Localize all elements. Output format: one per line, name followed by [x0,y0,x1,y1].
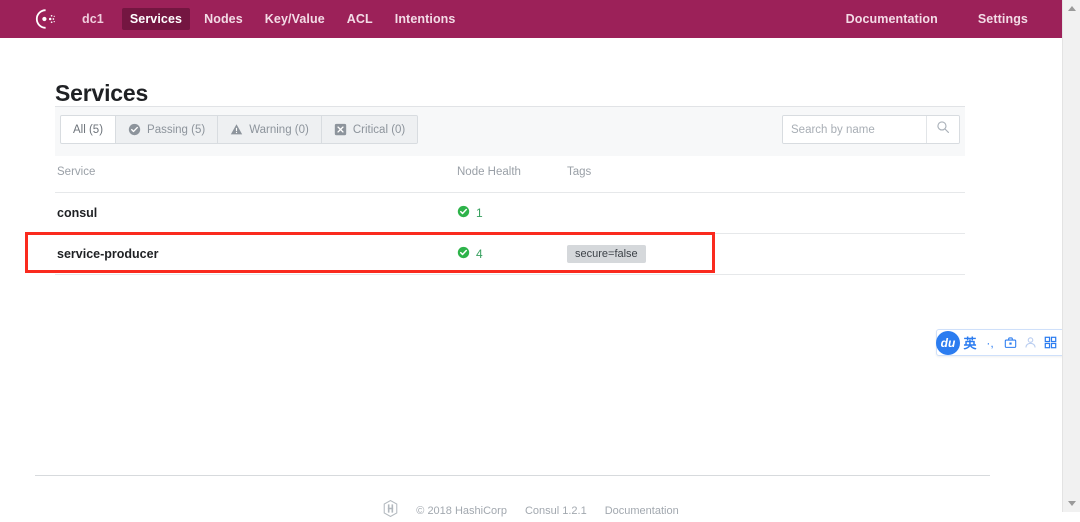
scroll-up-arrow-icon[interactable] [1063,0,1080,17]
page-content: Services All (5) Passing (5) [0,38,1062,512]
footer-divider [35,475,990,476]
nav-item-nodes[interactable]: Nodes [196,8,251,30]
check-circle-icon [457,205,470,221]
filter-segment-passing[interactable]: Passing (5) [116,116,218,143]
cell-node-health: 4 [457,246,567,262]
cell-node-health: 1 [457,205,567,221]
search-input[interactable] [783,116,926,143]
filter-segment-warning[interactable]: Warning (0) [218,116,322,143]
consul-logo-icon[interactable] [30,6,60,32]
cell-tags: secure=false [567,245,965,263]
services-table: Service Node Health Tags consul 1 [55,164,965,275]
search-button[interactable] [926,116,959,143]
health-filter-segmented-control: All (5) Passing (5) [60,115,418,144]
user-icon[interactable] [1020,332,1040,354]
search-container [782,115,960,144]
warning-triangle-icon [230,123,243,136]
primary-nav-links: dc1 Services Nodes Key/Value ACL Intenti… [74,0,469,38]
hashicorp-logo-icon [383,500,398,522]
nav-item-documentation[interactable]: Documentation [838,8,946,30]
vertical-scrollbar[interactable] [1062,0,1080,512]
filter-segment-critical[interactable]: Critical (0) [322,116,417,143]
scroll-down-arrow-icon[interactable] [1063,495,1080,512]
page-footer: © 2018 HashiCorp Consul 1.2.1 Documentat… [0,500,1062,522]
table-row[interactable]: consul 1 [55,193,965,234]
page-title: Services [55,80,148,107]
nav-item-intentions[interactable]: Intentions [387,8,464,30]
app-root: dc1 Services Nodes Key/Value ACL Intenti… [0,0,1080,512]
node-health-count: 1 [476,206,483,220]
nav-item-key-value[interactable]: Key/Value [257,8,333,30]
punctuation-mode-icon[interactable]: ·, [980,332,1000,354]
table-header-row: Service Node Health Tags [55,164,965,193]
ime-floating-toolbar[interactable]: du 英 ·, [936,329,1065,356]
nav-item-settings[interactable]: Settings [970,8,1036,30]
check-circle-icon [128,123,141,136]
filter-segment-all-label: All (5) [73,124,103,136]
datacenter-selector[interactable]: dc1 [74,8,112,30]
toolbox-icon[interactable] [1000,332,1020,354]
column-header-node-health: Node Health [457,164,567,178]
column-header-tags: Tags [567,164,965,178]
search-icon [936,120,950,139]
table-row[interactable]: service-producer 4 secure=false [55,234,965,275]
cell-service-name[interactable]: consul [55,206,457,220]
nav-item-services[interactable]: Services [122,8,190,30]
footer-copyright: © 2018 HashiCorp [416,505,507,517]
language-mode-icon[interactable]: 英 [960,332,980,354]
column-header-service: Service [55,164,457,178]
footer-version: Consul 1.2.1 [525,505,587,517]
baidu-ime-logo-icon[interactable]: du [936,331,960,355]
footer-documentation-link[interactable]: Documentation [605,505,679,517]
nav-item-acl[interactable]: ACL [339,8,381,30]
secondary-nav-links: Documentation Settings [814,8,1036,30]
apps-grid-icon[interactable] [1040,332,1060,354]
x-square-icon [334,123,347,136]
filter-segment-critical-label: Critical (0) [353,124,405,136]
filter-segment-passing-label: Passing (5) [147,124,205,136]
check-circle-icon [457,246,470,262]
cell-service-name[interactable]: service-producer [55,247,457,261]
service-tag: secure=false [567,245,646,263]
filter-segment-warning-label: Warning (0) [249,124,309,136]
top-navigation-bar: dc1 Services Nodes Key/Value ACL Intenti… [0,0,1062,38]
node-health-count: 4 [476,247,483,261]
filter-segment-all[interactable]: All (5) [61,116,116,143]
filter-bar: All (5) Passing (5) [55,106,965,156]
